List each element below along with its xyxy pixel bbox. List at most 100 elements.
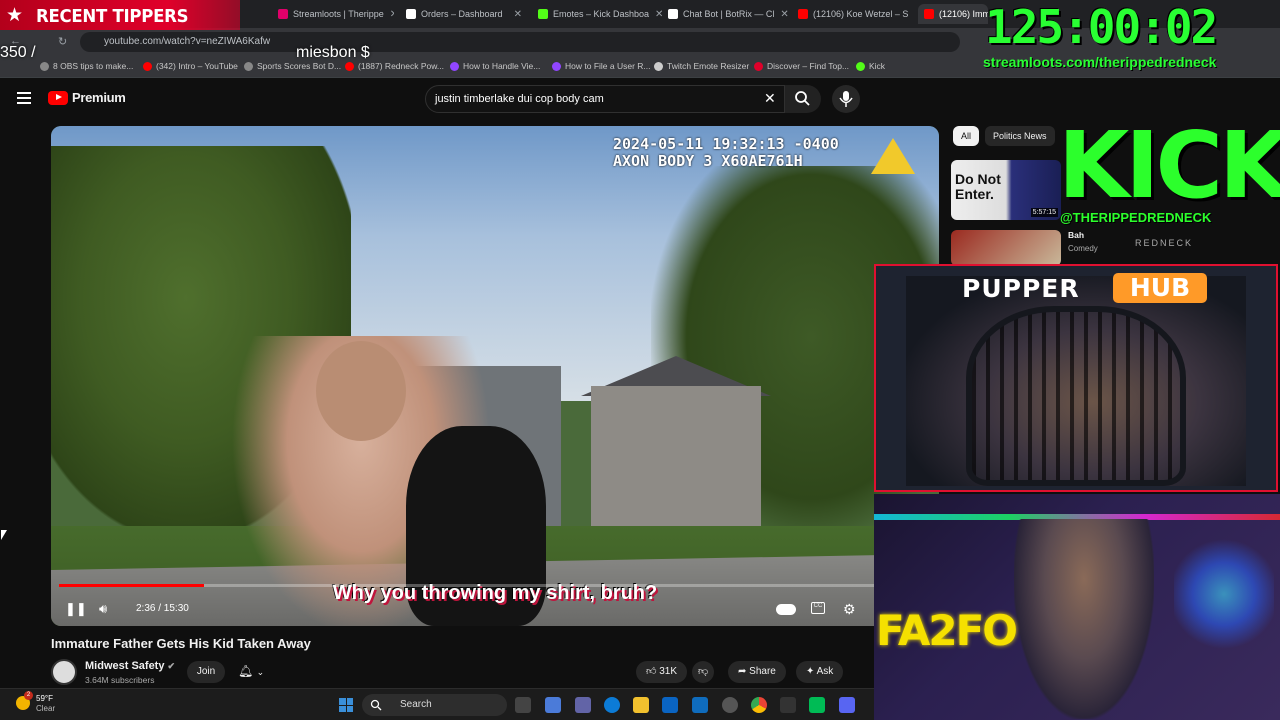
channel-name[interactable]: Midwest Safety ✔ (85, 660, 175, 672)
join-button[interactable]: Join (187, 661, 225, 683)
copilot-icon[interactable] (545, 697, 561, 713)
streamer-webcam: FA2FO (874, 494, 1280, 720)
verified-icon: ✔ (167, 661, 176, 671)
gear-icon[interactable]: ⚙ (843, 601, 856, 618)
bookmark[interactable]: Kick (856, 61, 885, 71)
pause-icon[interactable]: ❚❚ (65, 601, 87, 617)
share-label: Share (749, 666, 776, 677)
filter-chips: All Politics News (953, 126, 1055, 146)
avatar[interactable] (51, 659, 77, 685)
recommendation-thumbnail[interactable] (951, 230, 1061, 266)
video-person-head (316, 341, 406, 441)
progress-fill (59, 584, 204, 587)
search-input[interactable]: justin timberlake dui cop body cam (425, 85, 785, 113)
outlook-icon[interactable] (692, 697, 708, 713)
file-explorer-icon[interactable] (633, 697, 649, 713)
voice-search-button[interactable] (832, 85, 860, 113)
subathon-timer: 125:00:02 (985, 0, 1218, 54)
browser-tab[interactable]: Chat Bot | BotRix — Cl ✕ (662, 4, 790, 24)
bookmark[interactable]: Twitch Emote Resizer (654, 61, 749, 71)
discord-icon[interactable] (839, 697, 855, 713)
captions-icon[interactable]: CC (811, 602, 825, 614)
thumbs-down-icon: 👎︎ (698, 666, 709, 677)
recommendation-thumbnail[interactable]: Do Not Enter. 5:57:15 (951, 160, 1061, 220)
close-icon[interactable]: ✕ (649, 9, 662, 20)
close-icon[interactable]: ✕ (908, 9, 914, 20)
edge-icon[interactable] (604, 697, 620, 713)
like-button[interactable]: 👍︎ 31K (636, 661, 688, 683)
recommendation-title[interactable]: Bah (1068, 230, 1084, 240)
browser-tab[interactable]: Emotes – Kick Dashboa ✕ (532, 4, 662, 24)
bookmark-label: How to File a User R... (565, 61, 651, 71)
chip-all[interactable]: All (953, 126, 980, 146)
url-bar[interactable]: youtube.com/watch?v=neZIWA6Kafw (80, 32, 960, 52)
share-icon: ➦ (738, 666, 747, 677)
search-query: justin timberlake dui cop body cam (435, 93, 604, 105)
close-icon[interactable]: ✕ (508, 9, 522, 20)
taskbar-search[interactable]: Search (362, 694, 507, 716)
close-icon[interactable]: ✕ (774, 9, 788, 20)
subscriber-count: 3.64M subscribers (85, 675, 155, 685)
obs-icon[interactable] (722, 697, 738, 713)
thumbnail-text: Do Not Enter. (955, 171, 1001, 202)
youtube-icon (345, 61, 354, 71)
progress-bar[interactable] (59, 584, 921, 587)
notification-bell-icon[interactable]: 🔔︎ ⌄ (238, 664, 264, 678)
windows-start-icon[interactable] (339, 698, 353, 712)
screen: Streamloots | Therippe ✕ Orders – Dashboa… (0, 0, 1280, 720)
task-view-icon[interactable] (515, 697, 531, 713)
app-icon[interactable] (809, 697, 825, 713)
tab-label: (12106) Immat (939, 9, 988, 19)
streamer (1014, 519, 1154, 719)
chrome-icon[interactable] (751, 697, 767, 713)
video-house (591, 386, 761, 536)
bookmark[interactable]: How to Handle Vie... (450, 61, 540, 71)
star-icon: ★ (6, 5, 24, 26)
browser-tab[interactable]: Streamloots | Therippe ✕ (272, 4, 394, 24)
bookmark[interactable]: Discover – Find Top... (754, 61, 849, 71)
bookmark-label: Discover – Find Top... (767, 61, 850, 71)
share-button[interactable]: ➦ Share (728, 661, 786, 683)
store-icon[interactable] (662, 697, 678, 713)
bookmark[interactable]: (342) Intro – YouTube (143, 61, 238, 71)
thumbs-up-icon: 👍︎ (646, 666, 657, 677)
dislike-button[interactable]: 👎︎ (692, 661, 715, 683)
recent-tippers-banner: ★ RECENT TIPPERS (0, 0, 240, 30)
teams-icon[interactable] (575, 697, 591, 713)
autoplay-toggle[interactable] (776, 604, 796, 615)
weather-widget[interactable]: 2 59°F Clear (16, 691, 55, 714)
redneck-label: REDNECK (1135, 238, 1194, 248)
tab-label: Emotes – Kick Dashboa (553, 9, 650, 19)
discover-icon (754, 61, 763, 71)
bookmark[interactable]: 8 OBS tips to make... (40, 61, 133, 71)
search-button[interactable] (785, 85, 821, 113)
chevron-down-icon[interactable]: ⌄ (257, 667, 265, 677)
bookmark[interactable]: Sports Scores Bot D... (244, 61, 341, 71)
close-icon[interactable]: ✕ (764, 90, 776, 107)
search-icon (370, 699, 382, 711)
video-title: Immature Father Gets His Kid Taken Away (51, 636, 311, 651)
menu-icon[interactable] (17, 92, 31, 104)
kick-icon (856, 61, 865, 71)
browser-tab[interactable]: (12106) Koe Wetzel – S✕ (792, 4, 914, 24)
bookmark-label: Kick (869, 61, 886, 71)
close-icon[interactable]: ✕ (384, 9, 394, 20)
app-icon[interactable] (780, 697, 796, 713)
pupper-cam-feed (906, 276, 1246, 486)
volume-icon[interactable]: 🔊︎ (99, 601, 107, 617)
bookmark[interactable]: How to File a User R... (552, 61, 651, 71)
sparkle-icon: ✦ (806, 666, 815, 677)
streamloots-icon (278, 9, 288, 19)
search-placeholder: Search (400, 699, 432, 710)
chip-politics-news[interactable]: Politics News (985, 126, 1055, 146)
bookmark[interactable]: (1887) Redneck Pow... (345, 61, 444, 71)
browser-tab[interactable]: Orders – Dashboard ✕ (400, 4, 528, 24)
video-player[interactable]: 2024-05-11 19:32:13 -0400 AXON BODY 3 X6… (51, 126, 939, 626)
axon-logo-icon (871, 138, 915, 174)
browser-tab-active[interactable]: (12106) Immat (918, 4, 988, 24)
ask-button[interactable]: ✦ Ask (796, 661, 844, 683)
tab-label: (12106) Koe Wetzel – S (813, 9, 909, 19)
youtube-play-icon (48, 90, 68, 105)
reload-icon[interactable]: ↻ (58, 35, 67, 48)
youtube-logo[interactable]: Premium (48, 90, 126, 105)
